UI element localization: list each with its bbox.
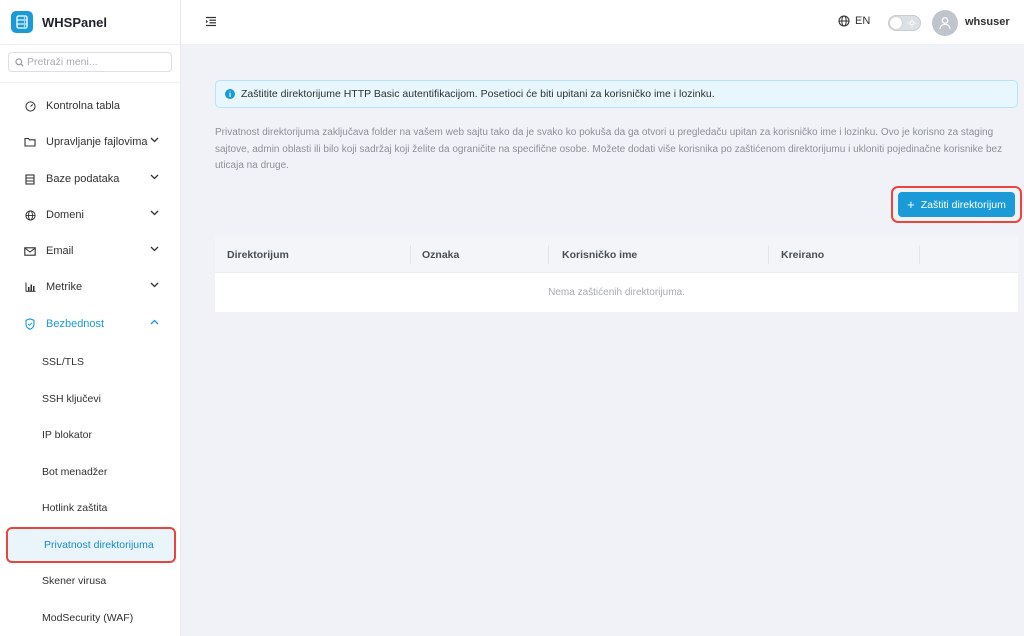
theme-toggle-knob [890,17,902,29]
sidebar-subitem-ssh-keys[interactable]: SSH ključevi [0,385,181,413]
language-label: EN [855,15,871,27]
protect-directory-button-highlight: + Zaštiti direktorijum [891,186,1022,223]
page-description: Privatnost direktorijuma zaključava fold… [215,127,1003,171]
brand[interactable]: WHSPanel [0,0,180,45]
chevron-up-icon [150,319,159,325]
server-logo-icon [11,11,33,33]
info-alert: i Zaštitite direktorijume HTTP Basic aut… [215,80,1018,108]
sidebar-subitem-hotlink-protection[interactable]: Hotlink zaštita [0,494,181,522]
sidebar-item-metrics[interactable]: Metrike [0,273,181,301]
sidebar-subitem-label: SSL/TLS [42,356,85,368]
sidebar-subitem-modsecurity[interactable]: ModSecurity (WAF) [0,604,181,632]
shield-icon [24,318,36,330]
protected-directories-table: Direktorijum Oznaka Korisničko ime Kreir… [215,236,1018,312]
sun-icon [907,18,917,28]
mail-icon [24,245,36,257]
sidebar-item-dashboard[interactable]: Kontrolna tabla [0,92,181,120]
sidebar-subitem-ip-blocker[interactable]: IP blokator [0,421,181,449]
sidebar-subitem-bot-manager[interactable]: Bot menadžer [0,458,181,486]
avatar[interactable] [932,10,958,36]
column-header-username[interactable]: Korisničko ime [550,236,637,273]
sidebar-item-security[interactable]: Bezbednost [0,310,181,338]
sidebar-item-label: Baze podataka [46,173,120,185]
theme-toggle[interactable] [888,15,921,31]
sidebar-subitem-label: Privatnost direktorijuma [44,539,154,551]
brand-name: WHSPanel [42,14,108,30]
sidebar: WHSPanel Kontrolna tabla Upravljanje faj… [0,0,181,636]
menu-search-input[interactable] [27,56,167,68]
search-icon [15,57,24,67]
info-alert-text: Zaštitite direktorijume HTTP Basic auten… [241,88,715,100]
chevron-down-icon [150,282,159,288]
dashboard-icon [24,100,36,112]
column-divider [919,245,920,264]
language-switcher[interactable]: EN [838,15,870,27]
sidebar-item-databases[interactable]: Baze podataka [0,165,181,193]
topbar: EN whsuser [181,0,1024,45]
sidebar-subitem-ssl-tls[interactable]: SSL/TLS [0,348,181,376]
plus-icon: + [907,196,915,212]
menu-search [0,45,180,72]
sidebar-subitem-label: Hotlink zaštita [42,502,108,514]
sidebar-item-label: Domeni [46,209,84,221]
table-header: Direktorijum Oznaka Korisničko ime Kreir… [215,236,1018,273]
bar-chart-icon [24,281,36,293]
sidebar-subitem-virus-scanner[interactable]: Skener virusa [0,567,181,595]
sidebar-item-domains[interactable]: Domeni [0,201,181,229]
chevron-down-icon [150,137,159,143]
username[interactable]: whsuser [965,16,1010,28]
globe-icon [838,15,850,27]
folder-icon [24,136,36,148]
globe-icon [24,209,36,221]
chevron-down-icon [150,246,159,252]
sidebar-item-label: Metrike [46,281,83,293]
sidebar-subitem-label: ModSecurity (WAF) [42,612,134,624]
sidebar-item-label: Bezbednost [46,318,105,330]
sidebar-subitem-label: SSH ključevi [42,393,101,405]
sidebar-subitem-label: IP blokator [42,429,93,441]
protect-directory-button[interactable]: + Zaštiti direktorijum [898,192,1015,217]
chevron-down-icon [150,210,159,216]
user-icon [939,17,951,30]
menu-search-box[interactable] [8,52,172,72]
chevron-down-icon [150,174,159,180]
sidebar-item-label: Email [46,245,74,257]
menu-collapse-icon[interactable] [205,16,217,27]
sidebar-subitem-label: Skener virusa [42,575,107,587]
sidebar-item-label: Kontrolna tabla [46,100,120,112]
column-header-directory[interactable]: Direktorijum [215,236,289,273]
sidebar-subitem-label: Bot menadžer [42,466,108,478]
database-icon [24,173,36,185]
protect-directory-label: Zaštiti direktorijum [920,198,1006,211]
column-header-label[interactable]: Oznaka [410,236,459,273]
sidebar-divider [0,82,180,83]
table-empty-state: Nema zaštićenih direktorijuma. [548,287,685,298]
sidebar-item-file-manager[interactable]: Upravljanje fajlovima [0,128,181,156]
column-header-created[interactable]: Kreirano [769,236,824,273]
sidebar-subitem-directory-privacy[interactable]: Privatnost direktorijuma [6,527,176,563]
info-icon: i [225,89,235,99]
sidebar-item-email[interactable]: Email [0,237,181,265]
column-divider [548,245,549,264]
sidebar-item-label: Upravljanje fajlovima [46,136,148,148]
